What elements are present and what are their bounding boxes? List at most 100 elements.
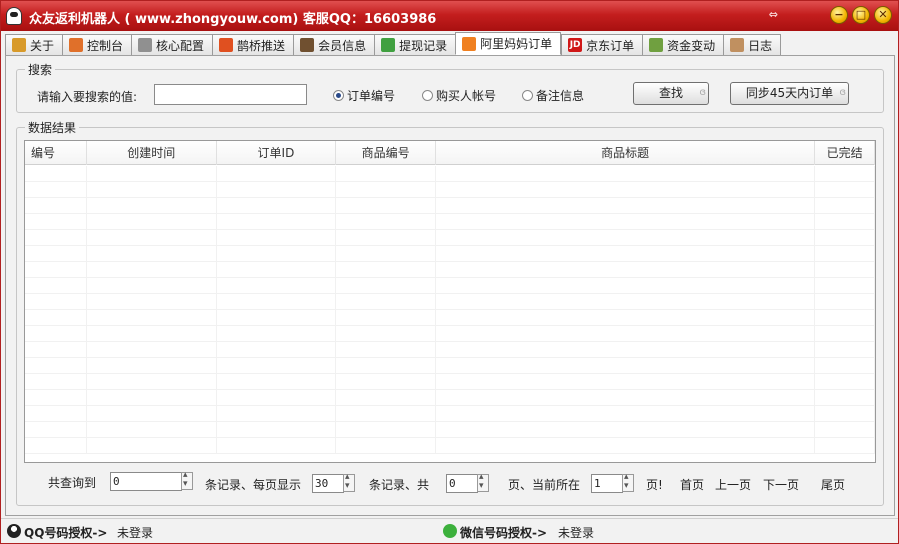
radio-order-number[interactable]: 订单编号 <box>333 87 395 104</box>
tab-7[interactable]: JD 京东订单 <box>561 34 643 55</box>
table-cell <box>217 230 337 246</box>
column-header[interactable]: 已完结 <box>815 141 875 165</box>
close-button[interactable]: ✕ <box>874 6 892 24</box>
column-header[interactable]: 商品标题 <box>436 141 816 165</box>
tab-5[interactable]: 提现记录 <box>374 34 456 55</box>
find-button-label: 查找 <box>658 86 683 100</box>
column-header[interactable]: 商品编号 <box>336 141 437 165</box>
table-cell <box>25 406 87 422</box>
table-cell <box>336 230 437 246</box>
table-row <box>25 438 875 454</box>
per-page-spinner[interactable] <box>343 472 355 492</box>
tab-3[interactable]: 鹊桥推送 <box>212 34 294 55</box>
tab-4[interactable]: 会员信息 <box>293 34 375 55</box>
total-count-field: 0 <box>110 472 182 491</box>
search-input[interactable] <box>154 84 307 105</box>
window-title: 众友返利机器人 ( www.zhongyouw.com) 客服QQ：166039… <box>29 12 437 27</box>
next-page-link[interactable]: 下一页 <box>763 476 799 493</box>
last-page-link[interactable]: 尾页 <box>821 476 845 493</box>
wechat-auth-status: 未登录 <box>558 526 595 540</box>
tab-label: 控制台 <box>87 38 124 53</box>
tab-8[interactable]: 资金变动 <box>642 34 724 55</box>
table-cell <box>436 374 816 390</box>
tab-label: 阿里妈妈订单 <box>480 37 553 51</box>
table-cell <box>815 342 875 358</box>
tab-2[interactable]: 核心配置 <box>131 34 213 55</box>
tab-6[interactable]: 阿里妈妈订单 <box>455 32 562 55</box>
table-row <box>25 182 875 198</box>
table-cell <box>87 358 217 374</box>
prev-page-link[interactable]: 上一页 <box>715 476 751 493</box>
tab-1[interactable]: 控制台 <box>62 34 132 55</box>
table-cell <box>815 374 875 390</box>
table-row <box>25 294 875 310</box>
qq-penguin-icon <box>7 524 21 538</box>
find-button[interactable]: 查找 ɞ <box>633 82 709 105</box>
table-cell <box>25 326 87 342</box>
column-header[interactable]: 订单ID <box>217 141 337 165</box>
table-cell <box>25 294 87 310</box>
table-cell <box>815 262 875 278</box>
qq-auth-label: QQ号码授权-> <box>24 526 108 540</box>
maximize-button[interactable]: □ <box>852 6 870 24</box>
table-cell <box>436 230 816 246</box>
table-row <box>25 406 875 422</box>
table-cell <box>87 262 217 278</box>
status-bar: QQ号码授权-> 未登录 微信号码授权-> 未登录 <box>1 518 898 543</box>
table-cell <box>436 278 816 294</box>
radio-buyer-account[interactable]: 购买人帐号 <box>422 87 496 104</box>
column-header[interactable]: 创建时间 <box>87 141 217 165</box>
radio-remark[interactable]: 备注信息 <box>522 87 584 104</box>
table-cell <box>87 182 217 198</box>
table-cell <box>87 230 217 246</box>
tab-label: 核心配置 <box>156 38 205 53</box>
table-cell <box>87 214 217 230</box>
total-spinner[interactable] <box>181 470 193 490</box>
table-cell <box>25 374 87 390</box>
table-header: 编号 创建时间 订单ID 商品编号 商品标题 已完结 <box>25 141 875 165</box>
table-cell <box>436 422 816 438</box>
table-cell <box>815 422 875 438</box>
table-cell <box>217 278 337 294</box>
table-cell <box>436 198 816 214</box>
table-row <box>25 246 875 262</box>
swirl-icon: ɞ <box>699 87 706 98</box>
shield-icon <box>69 38 84 52</box>
sync-45-days-button[interactable]: 同步45天内订单 ɞ <box>730 82 849 105</box>
table-cell <box>436 358 816 374</box>
table-row <box>25 358 875 374</box>
per-page-field[interactable]: 30 <box>312 474 344 493</box>
table-cell <box>217 182 337 198</box>
table-cell <box>336 406 437 422</box>
table-cell <box>217 374 337 390</box>
table-cell <box>25 438 87 454</box>
table-cell <box>217 326 337 342</box>
column-header[interactable]: 编号 <box>25 141 87 165</box>
table-cell <box>436 342 816 358</box>
table-cell <box>25 342 87 358</box>
table-cell <box>815 358 875 374</box>
radio-order-number-dot <box>333 90 344 101</box>
swirl-icon: ɞ <box>839 87 846 98</box>
table-cell <box>815 406 875 422</box>
minimize-button[interactable]: − <box>830 6 848 24</box>
orders-table[interactable]: 编号 创建时间 订单ID 商品编号 商品标题 已完结 <box>24 140 876 463</box>
page-count-spinner[interactable] <box>477 472 489 492</box>
tab-9[interactable]: 日志 <box>723 34 782 55</box>
table-cell <box>815 182 875 198</box>
table-cell <box>25 278 87 294</box>
current-page-spinner[interactable] <box>622 472 634 492</box>
first-page-link[interactable]: 首页 <box>680 476 704 493</box>
tab-0[interactable]: 关于 <box>5 34 63 55</box>
tab-label: 鹊桥推送 <box>237 38 286 53</box>
table-cell <box>25 214 87 230</box>
current-page-field[interactable]: 1 <box>591 474 623 493</box>
table-cell <box>336 246 437 262</box>
title-bar[interactable]: 众友返利机器人 ( www.zhongyouw.com) 客服QQ：166039… <box>1 1 898 31</box>
table-cell <box>336 198 437 214</box>
table-cell <box>815 278 875 294</box>
money-icon <box>649 38 664 52</box>
table-row <box>25 310 875 326</box>
table-cell <box>25 358 87 374</box>
table-cell <box>25 230 87 246</box>
